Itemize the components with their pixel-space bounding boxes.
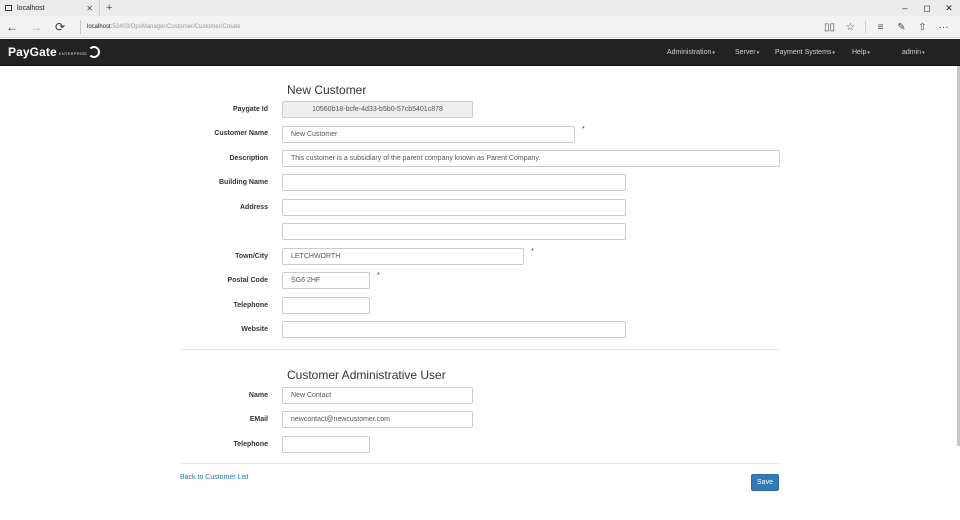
toolbar-divider bbox=[865, 21, 866, 33]
app-navbar: PayGate ENTERPRISE Administration▾ Serve… bbox=[0, 39, 960, 66]
window-controls: – ◻ ✕ bbox=[894, 0, 960, 16]
reading-view-icon[interactable]: ▯▯ bbox=[819, 22, 840, 33]
new-tab-button[interactable]: + bbox=[106, 2, 112, 14]
customer-name-label: Customer Name bbox=[214, 130, 268, 137]
caret-down-icon: ▾ bbox=[867, 50, 870, 56]
back-to-customer-list-link[interactable]: Back to Customer List bbox=[180, 474, 248, 481]
telephone-input[interactable] bbox=[282, 297, 370, 314]
postal-code-input[interactable]: SG6 2HF bbox=[282, 272, 370, 289]
address-line2-input[interactable] bbox=[282, 223, 626, 240]
minimize-button[interactable]: – bbox=[894, 0, 916, 16]
browser-addressbar: ← → ⟳ localhost:52403/OpsManager/Custome… bbox=[0, 16, 960, 38]
website-label: Website bbox=[241, 326, 268, 333]
address-line1-input[interactable] bbox=[282, 199, 626, 216]
required-marker: * bbox=[377, 272, 380, 279]
required-marker: * bbox=[582, 126, 585, 133]
town-city-label: Town/City bbox=[235, 253, 268, 260]
caret-down-icon: ▾ bbox=[712, 50, 715, 56]
brand-logo[interactable]: PayGate ENTERPRISE bbox=[8, 45, 101, 59]
swirl-icon bbox=[88, 46, 101, 58]
caret-down-icon: ▾ bbox=[832, 50, 835, 56]
favorite-star-icon[interactable]: ☆ bbox=[840, 22, 861, 33]
menu-user-admin[interactable]: admin▾ bbox=[902, 49, 925, 56]
menu-label: Help bbox=[852, 49, 867, 56]
admin-telephone-input[interactable] bbox=[282, 436, 370, 453]
web-note-icon[interactable]: ✎ bbox=[891, 22, 912, 33]
building-name-input[interactable] bbox=[282, 174, 626, 191]
page-icon bbox=[5, 5, 12, 11]
admin-email-input[interactable]: newcontact@newcustomer.com bbox=[282, 411, 473, 428]
url-field[interactable]: localhost:52403/OpsManager/Customer/Cust… bbox=[80, 19, 760, 34]
description-label: Description bbox=[229, 155, 268, 162]
url-path: :52403/OpsManager/Customer/Customer/Crea… bbox=[110, 23, 241, 30]
admin-section-title: Customer Administrative User bbox=[287, 368, 446, 382]
admin-email-label: EMail bbox=[249, 416, 268, 423]
required-marker: * bbox=[531, 248, 534, 255]
caret-down-icon: ▾ bbox=[922, 50, 925, 56]
tab-title: localhost bbox=[17, 4, 45, 12]
page-title: New Customer bbox=[287, 83, 367, 97]
menu-label: Administration bbox=[667, 49, 712, 56]
maximize-button[interactable]: ◻ bbox=[916, 0, 938, 16]
menu-help[interactable]: Help▾ bbox=[852, 49, 902, 56]
section-divider bbox=[180, 349, 779, 350]
share-icon[interactable]: ⇧ bbox=[912, 22, 933, 33]
town-city-input[interactable]: LETCHWORTH bbox=[282, 248, 524, 265]
browser-titlebar: localhost ✕ + – ◻ ✕ bbox=[0, 0, 960, 16]
website-input[interactable] bbox=[282, 321, 626, 338]
menu-server[interactable]: Server▾ bbox=[735, 49, 775, 56]
menu-label: Server bbox=[735, 49, 756, 56]
address-label: Address bbox=[239, 204, 268, 211]
refresh-icon[interactable]: ⟳ bbox=[48, 20, 72, 34]
forward-icon[interactable]: → bbox=[24, 20, 48, 34]
paygate-id-field: 10560b18-bcfe-4d33-b5b0-57cb5401c878 bbox=[282, 101, 473, 118]
more-icon[interactable]: ··· bbox=[933, 22, 954, 33]
back-icon[interactable]: ← bbox=[0, 20, 24, 34]
menu-label: admin bbox=[902, 49, 922, 56]
hub-icon[interactable]: ≡ bbox=[870, 22, 891, 33]
save-button[interactable]: Save bbox=[751, 474, 779, 491]
caret-down-icon: ▾ bbox=[756, 50, 760, 56]
browser-tab[interactable]: localhost ✕ bbox=[0, 0, 100, 16]
section-divider bbox=[180, 463, 779, 464]
brand-name: PayGate bbox=[8, 45, 57, 59]
building-name-label: Building Name bbox=[218, 179, 268, 186]
browser-toolbar: ▯▯ ☆ ≡ ✎ ⇧ ··· bbox=[819, 16, 954, 38]
menu-payment-systems[interactable]: Payment Systems▾ bbox=[775, 49, 852, 56]
menu-administration[interactable]: Administration▾ bbox=[667, 49, 735, 56]
telephone-label: Telephone bbox=[233, 302, 268, 309]
paygate-id-label: Paygate Id bbox=[232, 106, 268, 113]
close-window-button[interactable]: ✕ bbox=[938, 0, 960, 16]
admin-name-input[interactable]: New Contact bbox=[282, 387, 473, 404]
postal-code-label: Postal Code bbox=[227, 277, 268, 284]
main-menu: Administration▾ Server▾ Payment Systems▾… bbox=[667, 39, 925, 66]
menu-label: Payment Systems bbox=[775, 49, 832, 56]
url-host: localhost bbox=[87, 23, 111, 30]
admin-telephone-label: Telephone bbox=[233, 441, 268, 448]
brand-subtitle: ENTERPRISE bbox=[58, 51, 88, 56]
description-input[interactable]: This customer is a subsidiary of the par… bbox=[282, 150, 780, 167]
close-tab-icon[interactable]: ✕ bbox=[86, 4, 93, 13]
admin-name-label: Name bbox=[248, 392, 268, 399]
customer-name-input[interactable]: New Customer bbox=[282, 126, 575, 143]
